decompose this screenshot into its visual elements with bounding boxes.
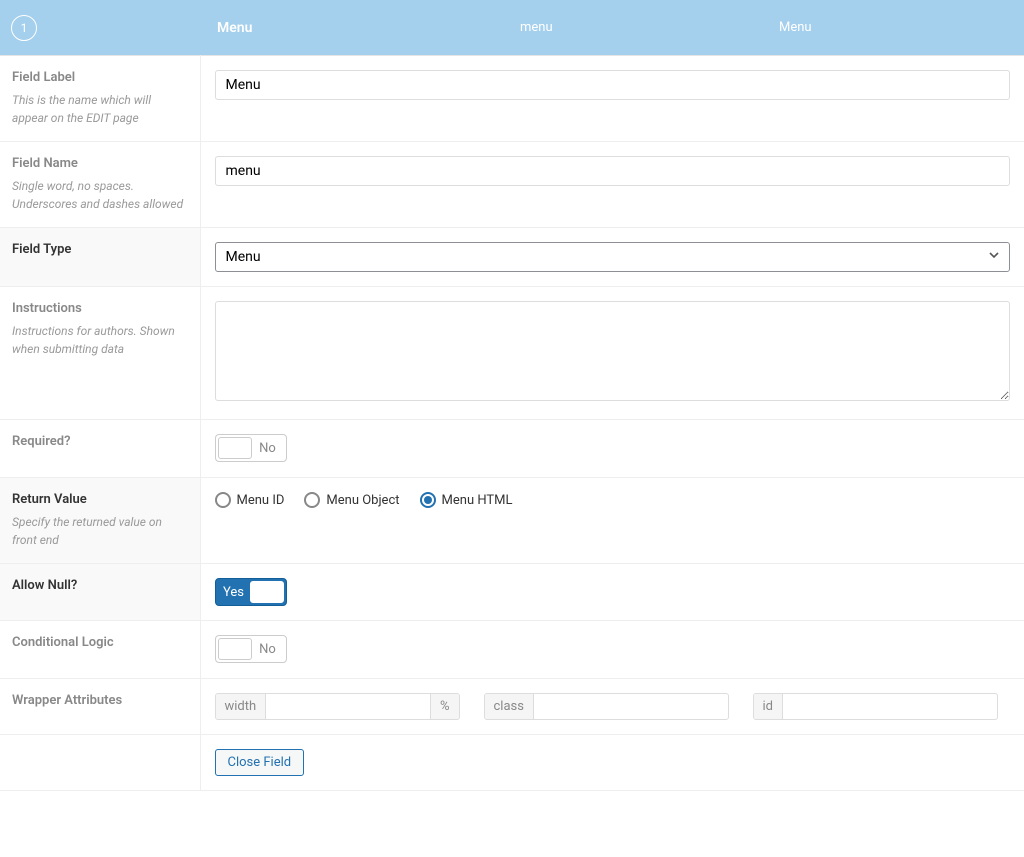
field-type-label: Field Type [12, 242, 71, 257]
wrapper-class-group: class [484, 693, 729, 720]
radio-icon [215, 492, 231, 508]
wrapper-id-input[interactable] [783, 694, 993, 719]
header-field-label: Menu [217, 20, 252, 36]
field-settings-table: Field Label This is the name which will … [0, 55, 1024, 791]
field-name-desc: Single word, no spaces. Underscores and … [12, 177, 188, 213]
conditional-logic-label: Conditional Logic [12, 635, 114, 650]
toggle-knob [218, 638, 252, 660]
wrapper-id-group: id [753, 693, 998, 720]
return-value-option-id[interactable]: Menu ID [215, 492, 285, 508]
order-circle: 1 [11, 15, 37, 41]
return-value-desc: Specify the returned value on front end [12, 513, 188, 549]
wrapper-width-prefix: width [216, 694, 267, 719]
instructions-desc: Instructions for authors. Shown when sub… [12, 322, 188, 358]
wrapper-class-input[interactable] [534, 694, 728, 719]
conditional-logic-toggle[interactable]: No [215, 635, 287, 663]
wrapper-id-prefix: id [754, 694, 784, 719]
field-type-select[interactable]: Menu [215, 242, 1011, 272]
field-label-input[interactable] [215, 70, 1011, 100]
toggle-knob [218, 437, 252, 459]
radio-icon [304, 492, 320, 508]
wrapper-attributes-group: width % class id [215, 693, 1011, 720]
order-number: 1 [21, 21, 28, 35]
field-label-label: Field Label [12, 70, 75, 85]
return-value-option-object[interactable]: Menu Object [304, 492, 399, 508]
field-order: 1 [11, 15, 37, 41]
close-field-button[interactable]: Close Field [215, 749, 305, 776]
header-field-name: menu [520, 20, 553, 35]
allow-null-toggle-text: Yes [218, 585, 250, 600]
return-value-label: Return Value [12, 492, 87, 507]
return-value-option-id-label: Menu ID [237, 493, 285, 508]
field-header-row[interactable]: 1 Menu menu Menu [0, 0, 1024, 55]
return-value-radio-group: Menu ID Menu Object Menu HTML [215, 492, 1011, 508]
radio-icon-selected [420, 492, 436, 508]
return-value-option-html[interactable]: Menu HTML [420, 492, 513, 508]
required-toggle-text: No [252, 441, 284, 456]
wrapper-width-group: width % [215, 693, 460, 720]
instructions-textarea[interactable] [215, 301, 1011, 401]
wrapper-class-prefix: class [485, 694, 534, 719]
field-name-input[interactable] [215, 156, 1011, 186]
return-value-option-html-label: Menu HTML [442, 493, 513, 508]
required-label: Required? [12, 434, 71, 449]
toggle-knob [250, 581, 284, 603]
wrapper-attributes-label: Wrapper Attributes [12, 693, 122, 708]
field-label-desc: This is the name which will appear on th… [12, 91, 188, 127]
instructions-label: Instructions [12, 301, 82, 316]
header-field-type: Menu [779, 20, 812, 35]
field-name-label: Field Name [12, 156, 78, 171]
required-toggle[interactable]: No [215, 434, 287, 462]
wrapper-width-input[interactable] [266, 694, 430, 719]
wrapper-width-suffix: % [430, 694, 459, 719]
conditional-logic-toggle-text: No [252, 642, 284, 657]
close-spacer [0, 735, 200, 791]
allow-null-toggle[interactable]: Yes [215, 578, 287, 606]
return-value-option-object-label: Menu Object [326, 493, 399, 508]
allow-null-label: Allow Null? [12, 578, 77, 593]
